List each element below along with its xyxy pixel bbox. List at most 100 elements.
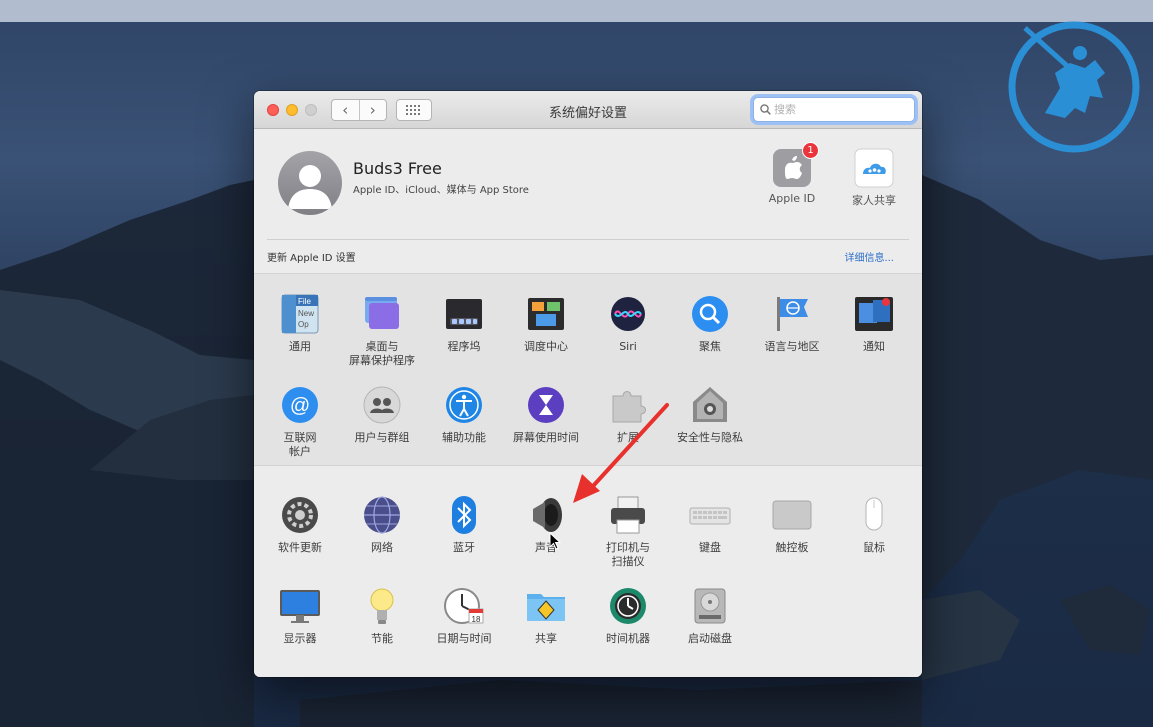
pane-printers-scanners[interactable]: 打印机与 扫描仪	[587, 494, 669, 569]
general-icon: File New Op	[281, 294, 319, 334]
pane-security-privacy[interactable]: 安全性与隐私	[669, 384, 751, 445]
pane-label: 显示器	[283, 632, 317, 645]
bluetooth-icon	[452, 496, 476, 534]
svg-text:@: @	[290, 395, 310, 417]
pane-sharing[interactable]: 共享	[505, 585, 587, 646]
user-silhouette-icon	[288, 165, 332, 209]
energy-saver-icon	[370, 588, 394, 624]
language-region-icon	[777, 297, 808, 331]
screen-time-icon	[528, 387, 564, 423]
sharing-icon	[527, 594, 565, 621]
accessibility-icon	[446, 387, 482, 423]
time-machine-icon	[610, 588, 646, 624]
internet-accounts-icon: @	[282, 387, 318, 423]
pane-label: 启动磁盘	[688, 632, 732, 645]
pane-label: 辅助功能	[442, 431, 486, 444]
pane-label: 调度中心	[524, 340, 568, 353]
family-sharing-label: 家人共享	[852, 194, 896, 207]
pane-label: 通用	[289, 340, 311, 353]
pane-dock[interactable]: 程序坞	[423, 293, 505, 354]
account-name[interactable]: Buds3 Free	[353, 159, 442, 178]
pane-label: 触控板	[775, 541, 809, 554]
pane-network[interactable]: 网络	[341, 494, 423, 555]
pane-screen-time[interactable]: 屏幕使用时间	[505, 384, 587, 445]
pane-label: 安全性与隐私	[677, 431, 743, 444]
pane-startup-disk[interactable]: 启动磁盘	[669, 585, 751, 646]
pane-spotlight[interactable]: 聚焦	[669, 293, 751, 354]
pane-label: 网络	[371, 541, 393, 554]
pane-label: 声音	[535, 541, 557, 554]
pane-internet-accounts[interactable]: @ 互联网 帐户	[259, 384, 341, 459]
pane-label: 日期与时间	[436, 632, 492, 645]
pane-label: 屏幕使用时间	[513, 431, 579, 444]
mouse-cursor-icon	[549, 532, 561, 550]
hardware-prefs-section: 软件更新 网络 蓝牙 声音 打印机与 扫描仪 键盘 触控板 鼠标 显示器 节能 …	[254, 465, 922, 677]
pane-users-groups[interactable]: 用户与群组	[341, 384, 423, 445]
extensions-icon	[612, 391, 646, 423]
pane-mouse[interactable]: 鼠标	[833, 494, 915, 555]
svg-text:Op: Op	[298, 320, 309, 329]
pane-accessibility[interactable]: 辅助功能	[423, 384, 505, 445]
pane-software-update[interactable]: 软件更新	[259, 494, 341, 555]
search-icon	[760, 104, 771, 115]
trackpad-icon	[772, 500, 812, 530]
sound-icon	[533, 498, 562, 532]
pane-siri[interactable]: Siri	[587, 293, 669, 354]
desktop-screensaver-icon	[365, 297, 399, 329]
keyboard-icon	[689, 507, 731, 525]
pane-label: 时间机器	[606, 632, 650, 645]
pane-time-machine[interactable]: 时间机器	[587, 585, 669, 646]
details-link[interactable]: 详细信息...	[844, 249, 894, 264]
search-field[interactable]	[753, 97, 915, 122]
pane-displays[interactable]: 显示器	[259, 585, 341, 646]
account-subtitle: Apple ID、iCloud、媒体与 App Store	[353, 185, 529, 196]
pane-label: Siri	[619, 340, 637, 353]
pane-desktop-screensaver[interactable]: 桌面与 屏幕保护程序	[341, 293, 423, 368]
title-bar: ‹ › 系统偏好设置	[254, 91, 922, 129]
pane-label: 蓝牙	[453, 541, 475, 554]
notification-badge: 1	[802, 142, 819, 159]
pane-label: 扩展	[617, 431, 639, 444]
pane-label: 共享	[535, 632, 557, 645]
svg-text:18: 18	[472, 615, 481, 624]
svg-text:New: New	[298, 309, 314, 318]
notifications-icon	[855, 297, 893, 331]
pane-mission-control[interactable]: 调度中心	[505, 293, 587, 354]
pane-date-time[interactable]: 18 日期与时间	[423, 585, 505, 646]
pane-general[interactable]: File New Op 通用	[259, 293, 341, 354]
dock-icon	[446, 299, 482, 329]
pane-notifications[interactable]: 通知	[833, 293, 915, 354]
search-input[interactable]	[774, 103, 909, 116]
date-time-icon: 18	[444, 588, 484, 624]
siri-icon	[611, 297, 645, 331]
family-sharing-pane[interactable]: 家人共享	[834, 148, 914, 208]
menu-bar	[0, 0, 1153, 22]
pane-label: 用户与群组	[354, 431, 410, 444]
network-icon	[364, 496, 400, 534]
pane-trackpad[interactable]: 触控板	[751, 494, 833, 555]
pane-energy-saver[interactable]: 节能	[341, 585, 423, 646]
pane-label: 语言与地区	[764, 340, 820, 353]
pane-label: 软件更新	[278, 541, 322, 554]
pane-extensions[interactable]: 扩展	[587, 384, 669, 445]
pane-label: 程序坞	[447, 340, 481, 353]
spotlight-icon	[692, 296, 728, 332]
apple-id-banner: Buds3 Free Apple ID、iCloud、媒体与 App Store…	[254, 130, 922, 273]
knight-logo-icon	[1008, 21, 1140, 153]
software-update-icon	[282, 497, 318, 533]
update-apple-id-text: 更新 Apple ID 设置	[267, 253, 356, 264]
svg-text:File: File	[298, 297, 311, 306]
displays-icon	[280, 590, 320, 623]
pane-label: 键盘	[699, 541, 721, 554]
pane-label: 打印机与 扫描仪	[606, 541, 650, 568]
pane-keyboard[interactable]: 键盘	[669, 494, 751, 555]
pane-bluetooth[interactable]: 蓝牙	[423, 494, 505, 555]
pane-label: 互联网 帐户	[283, 431, 317, 458]
pane-label: 节能	[371, 632, 393, 645]
avatar[interactable]	[278, 151, 342, 215]
pane-language-region[interactable]: 语言与地区	[751, 293, 833, 354]
apple-id-pane[interactable]: 1 Apple ID	[752, 142, 832, 205]
pane-sound[interactable]: 声音	[505, 494, 587, 555]
apple-id-label: Apple ID	[768, 192, 816, 205]
printers-scanners-icon	[611, 496, 645, 534]
